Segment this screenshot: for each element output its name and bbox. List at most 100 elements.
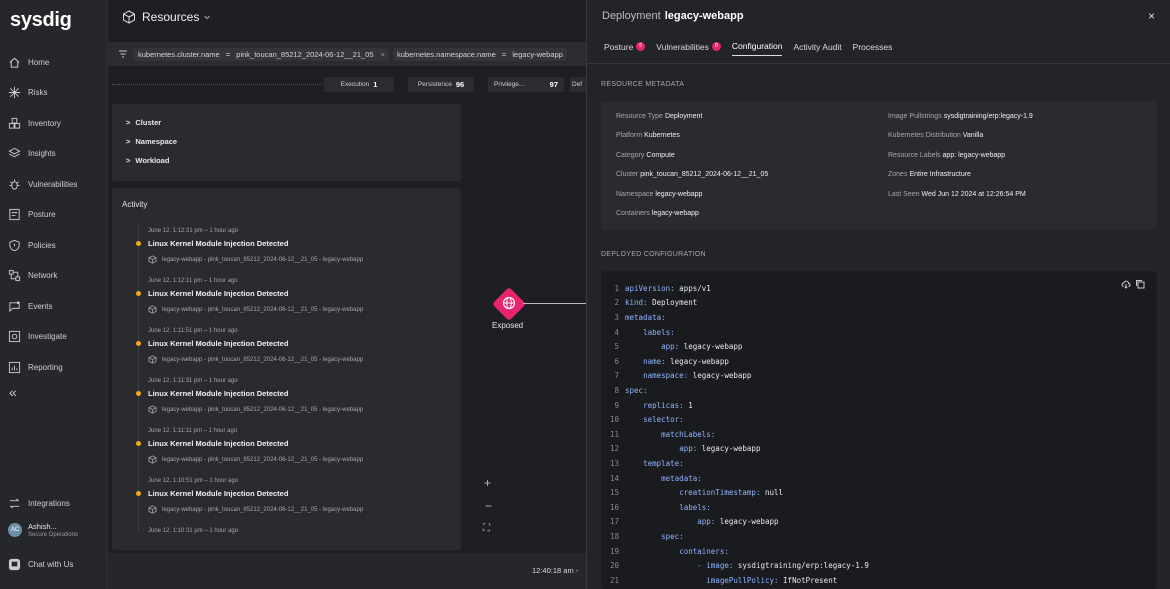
sidebar-item-posture[interactable]: Posture	[8, 203, 104, 225]
metadata-card: Resource Type Deployment Platform Kubernet…	[601, 101, 1157, 230]
tab-posture[interactable]: Posture 5	[604, 41, 646, 56]
integrations-icon	[9, 498, 20, 508]
tree-item-cluster[interactable]: > Cluster	[126, 118, 161, 127]
event-source-text: legacy-webapp - pink_toucan_85212_2024-0…	[162, 506, 364, 513]
sidebar-item-integrations[interactable]: Integrations	[8, 492, 104, 514]
stat-execution[interactable]: Execution 1	[324, 77, 394, 92]
remove-filter-icon[interactable]: ×	[381, 50, 385, 59]
yaml-key: labels:	[643, 327, 675, 337]
severity-dot	[136, 441, 141, 446]
node-label: Exposed	[492, 321, 524, 330]
line-number: 8	[614, 385, 619, 395]
chevron-right-icon: >	[126, 118, 131, 127]
sysdig-logo[interactable]: sysdig	[10, 9, 72, 32]
event-title: Linux Kernel Module Injection Detected	[148, 389, 289, 398]
sidebar-item-network[interactable]: Network	[8, 264, 104, 286]
code-line: 18 spec:	[601, 529, 1157, 544]
investigate-icon	[8, 330, 21, 342]
resources-view: Resources kubernetes.cluster.name = pink…	[108, 0, 586, 589]
sidebar-item-events[interactable]: Events	[8, 295, 104, 317]
sidebar-item-home[interactable]: Home	[8, 51, 104, 73]
tab-label: Processes	[852, 41, 893, 52]
resource-name: legacy-webapp	[664, 10, 744, 22]
event-time: June 12, 1:12:31 pm – 1 hour ago	[148, 228, 239, 234]
code-line: 6 name: legacy-webapp	[601, 354, 1157, 369]
line-number: 21	[609, 575, 619, 585]
tab-processes[interactable]: Processes	[853, 41, 893, 56]
detail-panel: Deployment legacy-webapp × Posture 5 Vulne…	[586, 0, 1170, 589]
tab-activity-audit[interactable]: Activity Audit	[793, 41, 841, 56]
filter-bar[interactable]: kubernetes.cluster.name = pink_toucan_85…	[108, 42, 586, 66]
fit-to-screen-button[interactable]: ⛶	[483, 523, 490, 534]
sidebar-item-label: Investigate	[28, 331, 67, 341]
zoom-in-button[interactable]: +	[484, 476, 491, 490]
sidebar-item-vulnerabilities[interactable]: Vulnerabilities	[8, 173, 104, 195]
page-title: Resources	[142, 10, 200, 24]
severity-dot	[136, 341, 141, 346]
event-source-text: legacy-webapp - pink_toucan_85212_2024-0…	[162, 406, 364, 413]
tab-label: Configuration	[731, 41, 783, 51]
tree-item-workload[interactable]: > Workload	[126, 156, 169, 165]
meta-k8s-distribution: Kubernetes Distribution Vanilla	[888, 132, 984, 139]
sidebar-item-inventory[interactable]: Inventory	[8, 112, 104, 134]
filter-operator: =	[225, 49, 231, 59]
yaml-key: namespace:	[643, 371, 689, 381]
stat-privilege[interactable]: Privilege... 97	[488, 77, 564, 92]
filter-chip-cluster[interactable]: kubernetes.cluster.name = pink_toucan_85…	[134, 47, 389, 61]
sidebar-item-label: Inventory	[28, 118, 61, 128]
meta-containers: Containers legacy-webapp	[616, 210, 699, 217]
yaml-key: containers:	[679, 546, 729, 556]
stat-value: 1	[373, 80, 378, 89]
globe-icon	[502, 296, 516, 310]
sidebar-item-label: Network	[28, 270, 58, 280]
sidebar-item-label: Risks	[28, 87, 48, 97]
event-source: legacy-webapp - pink_toucan_85212_2024-0…	[148, 455, 363, 464]
sidebar-item-risks[interactable]: Risks	[8, 81, 104, 103]
stat-label: Privilege...	[494, 81, 525, 88]
line-number: 17	[609, 517, 619, 527]
code-line: 11 matchLabels:	[601, 427, 1157, 442]
tree-item-namespace[interactable]: > Namespace	[126, 137, 177, 146]
cube-icon	[148, 505, 157, 514]
time-indicator[interactable]: 12:40:18 am -	[532, 566, 578, 575]
collapse-sidebar-button[interactable]: «	[9, 384, 17, 400]
cube-icon	[148, 305, 157, 314]
stat-label: Def	[572, 81, 583, 88]
event-time: June 12, 1:11:11 pm – 1 hour ago	[148, 428, 238, 434]
stat-persistence[interactable]: Persistence 96	[408, 77, 474, 92]
yaml-value: legacy-webapp	[665, 356, 729, 366]
yaml-config-viewer[interactable]: 1 apiVersion: apps/v1 2 kind: Deployment 3 me…	[601, 271, 1157, 589]
zoom-out-button[interactable]: −	[485, 499, 492, 513]
event-time: June 12, 1:10:31 pm – 1 hour ago	[148, 528, 239, 534]
event-source: legacy-webapp - pink_toucan_85212_2024-0…	[148, 255, 363, 264]
sidebar-item-investigate[interactable]: Investigate	[8, 325, 104, 347]
yaml-key: creationTimestamp:	[679, 488, 761, 498]
sidebar-item-reporting[interactable]: Reporting	[8, 356, 104, 378]
yaml-value: legacy-webapp	[679, 342, 743, 352]
code-line: 16 labels:	[601, 500, 1157, 515]
resources-header[interactable]: Resources	[122, 10, 217, 24]
yaml-key: app:	[679, 444, 698, 454]
meta-resource-labels: Resource Labels app: legacy-webapp	[888, 152, 1006, 159]
code-line: 8 spec:	[601, 383, 1157, 398]
user-role: Secure Operations	[28, 532, 79, 538]
event-time: June 12, 1:11:51 pm – 1 hour ago	[148, 328, 238, 334]
line-number: 1	[614, 283, 619, 293]
sidebar-item-policies[interactable]: Policies	[8, 234, 104, 256]
filter-chip-namespace[interactable]: kubernetes.namespace.name = legacy-webap…	[393, 47, 567, 61]
yaml-key: spec:	[661, 531, 684, 541]
tab-vulnerabilities[interactable]: Vulnerabilities 8	[656, 41, 721, 56]
yaml-value: Deployment	[647, 298, 698, 308]
stat-defense[interactable]: Def	[570, 77, 586, 92]
count-badge: 8	[711, 42, 721, 51]
close-icon[interactable]: ×	[1148, 9, 1155, 23]
user-profile[interactable]: AC Ashish... Secure Operations	[8, 522, 78, 538]
tab-configuration[interactable]: Configuration	[731, 41, 783, 56]
sidebar-item-insights[interactable]: Insights	[8, 142, 104, 164]
yaml-value: legacy-webapp	[715, 517, 779, 527]
chat-with-us-button[interactable]: Chat with Us	[8, 553, 104, 575]
cube-icon	[148, 455, 157, 464]
line-number: 6	[614, 356, 619, 366]
inventory-icon	[8, 117, 21, 129]
filter-icon[interactable]	[118, 49, 128, 59]
